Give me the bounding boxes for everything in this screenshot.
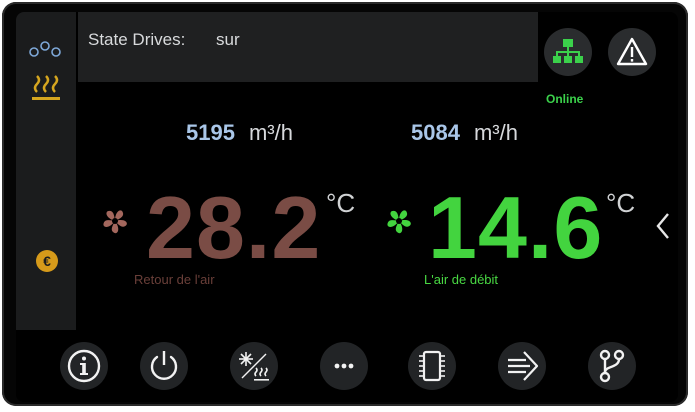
supply-air-flow-value: 5084	[411, 120, 460, 145]
svg-text:€: €	[43, 253, 51, 269]
export-button[interactable]	[498, 342, 546, 390]
online-status: Online	[546, 92, 584, 106]
network-button[interactable]	[544, 28, 592, 76]
supply-air-flow-unit: m³/h	[473, 120, 518, 145]
return-fan-icon	[98, 204, 132, 238]
euro-icon[interactable]: €	[34, 248, 60, 274]
power-button[interactable]	[140, 342, 188, 390]
return-air-unit: °C	[326, 188, 356, 218]
power-icon	[150, 351, 178, 380]
return-air-label: Retour de l'air	[134, 272, 215, 287]
hmi-screen: € State Drives: sur Online 5195 m³/h 508…	[16, 12, 678, 402]
sidebar: €	[16, 12, 76, 330]
info-button[interactable]	[60, 342, 108, 390]
more-button[interactable]	[320, 342, 368, 390]
status-bar: State Drives: sur	[78, 12, 538, 82]
return-air-temperature: 28.2	[146, 178, 322, 277]
bottom-toolbar	[16, 330, 678, 402]
fan-group-icon[interactable]	[28, 36, 62, 60]
alarm-button[interactable]	[608, 28, 656, 76]
export-arrow-icon	[508, 351, 539, 381]
frost-heat-button[interactable]	[230, 342, 278, 390]
supply-fan-icon	[382, 204, 416, 238]
supply-air-temperature: 14.6	[428, 178, 604, 277]
chevron-left-icon	[656, 213, 669, 239]
frost-heat-icon	[239, 352, 269, 381]
supply-air-unit: °C	[606, 188, 636, 218]
drive-state-value: sur	[216, 30, 240, 49]
drive-state-label: State Drives:	[88, 30, 186, 49]
heating-icon[interactable]	[28, 68, 64, 104]
supply-air-flow: 5084 m³/h	[411, 120, 518, 146]
return-air-flow-value: 5195	[186, 120, 235, 145]
device-frame: € State Drives: sur Online 5195 m³/h 508…	[2, 2, 688, 406]
drive-state: State Drives: sur	[88, 30, 240, 50]
more-icon	[334, 363, 354, 369]
controller-button[interactable]	[408, 342, 456, 390]
supply-air-label: L'air de débit	[424, 272, 499, 287]
branch-button[interactable]	[588, 342, 636, 390]
branch-icon	[599, 349, 625, 383]
return-air-flow: 5195 m³/h	[186, 120, 293, 146]
chip-icon	[419, 350, 445, 382]
expand-chevron-button[interactable]	[652, 208, 674, 244]
info-icon	[67, 349, 101, 383]
return-air-flow-unit: m³/h	[248, 120, 293, 145]
network-icon	[553, 39, 583, 63]
warning-icon	[616, 37, 648, 66]
